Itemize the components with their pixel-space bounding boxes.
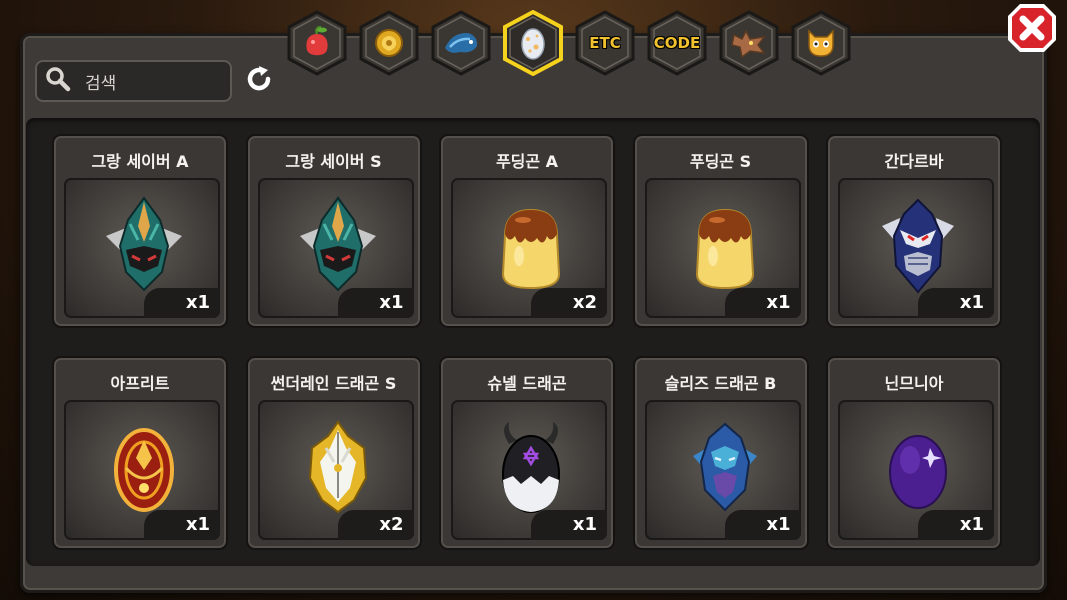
item-card[interactable]: 썬더레인 드래곤 S x2	[245, 356, 422, 550]
item-count: x1	[531, 510, 607, 540]
item-count: x1	[144, 510, 220, 540]
refresh-icon	[244, 64, 274, 98]
item-slot: x1	[644, 400, 801, 540]
item-count: x1	[724, 288, 801, 318]
item-card[interactable]: 푸딩곤 A x2	[439, 134, 615, 328]
item-count: x1	[337, 288, 414, 318]
tab-label: CODE	[653, 34, 701, 52]
item-card[interactable]: 간다르바 x1	[826, 134, 1002, 328]
item-name: 썬더레인 드래곤 S	[270, 374, 397, 393]
item-slot: x2	[451, 178, 607, 318]
tab-dragon-item[interactable]	[430, 10, 492, 76]
search-placeholder: 검색	[85, 73, 117, 94]
item-card[interactable]: 닌므니아 x1	[826, 356, 1002, 550]
item-count: x2	[337, 510, 414, 540]
item-slot: x1	[64, 178, 220, 318]
fruit-icon	[302, 26, 332, 60]
item-slot: x1	[644, 178, 801, 318]
item-name: 간다르바	[884, 152, 944, 171]
tab-label: ETC	[589, 34, 621, 52]
schnell-egg-icon	[491, 418, 571, 518]
search-input[interactable]: 검색	[35, 60, 232, 102]
item-count: x1	[724, 510, 801, 540]
close-button[interactable]	[1006, 4, 1058, 56]
gold-coin-icon	[373, 27, 405, 59]
search-icon	[45, 66, 71, 96]
tab-fruit[interactable]	[286, 10, 348, 76]
tab-etc[interactable]: ETC	[574, 10, 636, 76]
pudding-egg-icon	[685, 196, 765, 296]
item-slot: x1	[838, 400, 994, 540]
item-count: x2	[531, 288, 607, 318]
mascot-face-icon	[804, 27, 838, 59]
item-card[interactable]: 그랑 세이버 A x1	[52, 134, 228, 328]
purple-egg-icon	[878, 418, 958, 518]
item-count: x1	[918, 288, 994, 318]
item-slot: x1	[64, 400, 220, 540]
tab-code[interactable]: CODE	[646, 10, 708, 76]
thunder-egg-icon	[298, 418, 378, 518]
item-card[interactable]: 그랑 세이버 S x1	[245, 134, 422, 328]
item-slot: x1	[838, 178, 994, 318]
item-count: x1	[918, 510, 994, 540]
item-name: 닌므니아	[884, 374, 944, 393]
blue-dragon-icon	[442, 28, 480, 58]
dragon-head-icon	[730, 27, 768, 59]
item-card[interactable]: 슬리즈 드래곤 B x1	[632, 356, 809, 550]
item-card[interactable]: 푸딩곤 S x1	[632, 134, 809, 328]
item-card[interactable]: 아프리트 x1	[52, 356, 228, 550]
item-name: 그랑 세이버 S	[285, 152, 382, 171]
item-card[interactable]: 슈넬 드래곤 x1	[439, 356, 615, 550]
item-name: 푸딩곤 A	[495, 152, 559, 171]
pudding-egg-icon	[491, 196, 571, 296]
saber-egg-icon	[104, 196, 184, 296]
egg-icon	[518, 25, 548, 61]
refresh-button[interactable]	[244, 66, 274, 96]
item-name: 슈넬 드래곤	[487, 374, 567, 393]
sleeze-egg-icon	[685, 418, 765, 518]
item-grid: 그랑 세이버 A x1 그랑 세이버 S x1 푸딩곤 A x2 푸딩곤 S x1 간다르바 x1…	[26, 118, 1040, 566]
tab-coin[interactable]	[358, 10, 420, 76]
item-count: x1	[144, 288, 220, 318]
item-name: 푸딩곤 S	[689, 152, 752, 171]
item-slot: x1	[257, 178, 414, 318]
saber-egg-icon	[298, 196, 378, 296]
item-slot: x1	[451, 400, 607, 540]
item-name: 아프리트	[110, 374, 170, 393]
item-name: 슬리즈 드래곤 B	[664, 374, 777, 393]
tab-egg[interactable]	[502, 10, 564, 76]
gandarva-egg-icon	[878, 196, 958, 296]
tab-mascot[interactable]	[790, 10, 852, 76]
close-icon	[1006, 2, 1058, 58]
item-name: 그랑 세이버 A	[91, 152, 189, 171]
tab-dragon-head[interactable]	[718, 10, 780, 76]
item-slot: x2	[257, 400, 414, 540]
afrit-egg-icon	[104, 418, 184, 518]
